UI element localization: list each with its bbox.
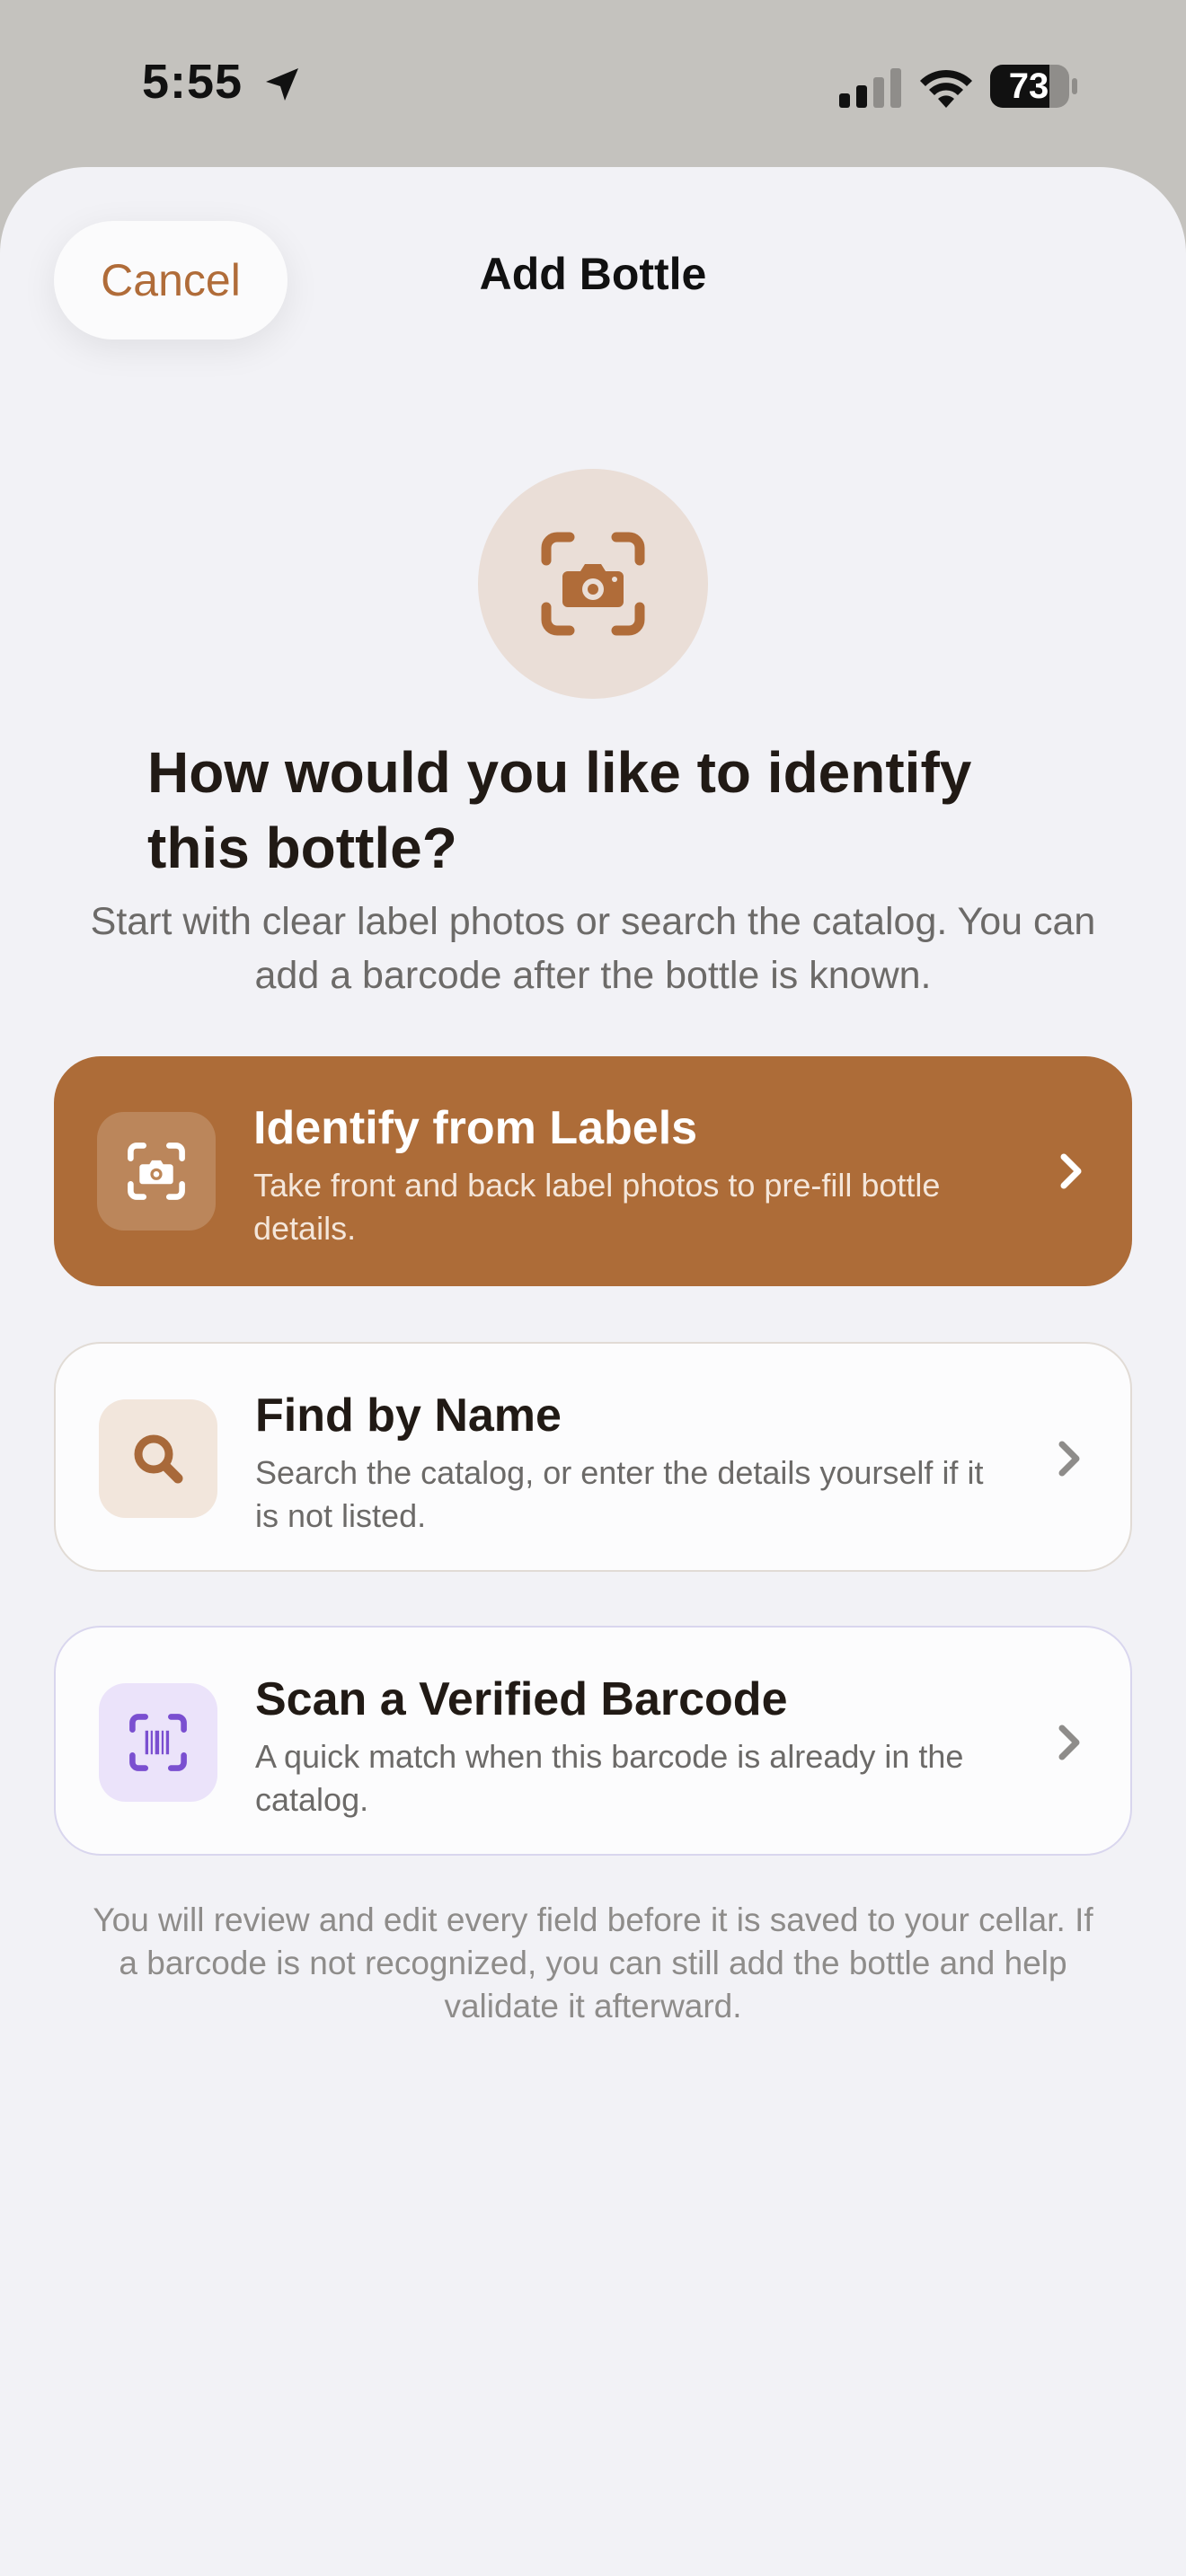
option-title: Find by Name <box>255 1389 562 1442</box>
status-time: 5:55 <box>142 55 243 109</box>
chevron-right-icon <box>1058 1725 1080 1760</box>
headline: How would you like to identify this bott… <box>147 740 972 880</box>
wifi-icon <box>920 69 972 108</box>
option-title: Identify from Labels <box>253 1102 698 1154</box>
subheadline: Start with clear label photos or search … <box>90 900 1096 997</box>
battery-level: 73 <box>1008 66 1049 106</box>
status-bar: 5:55 73 <box>0 0 1186 167</box>
option-description: A quick match when this barcode is alrea… <box>255 1738 964 1818</box>
option-icon-tile <box>99 1683 217 1802</box>
cellular-signal-icon <box>839 68 901 108</box>
add-bottle-sheet: Cancel Add Bottle How would you like to … <box>0 167 1186 2576</box>
identify-from-labels-button[interactable]: Identify from Labels Take front and back… <box>54 1056 1132 1286</box>
battery-icon: 73 <box>990 63 1080 110</box>
chevron-right-icon <box>1060 1153 1082 1189</box>
page-title: Add Bottle <box>479 249 707 299</box>
scan-verified-barcode-button[interactable]: Scan a Verified Barcode A quick match wh… <box>54 1626 1132 1856</box>
screen: 5:55 73 Cancel Add Bottle How would you … <box>0 0 1186 2576</box>
option-title: Scan a Verified Barcode <box>255 1673 788 1725</box>
chevron-right-icon <box>1058 1441 1080 1477</box>
option-description: Take front and back label photos to pre-… <box>253 1167 941 1247</box>
option-description: Search the catalog, or enter the details… <box>255 1454 984 1534</box>
barcode-viewfinder-icon <box>129 1714 187 1771</box>
camera-viewfinder-icon <box>128 1142 185 1200</box>
camera-viewfinder-icon <box>541 532 645 636</box>
search-icon <box>134 1434 183 1484</box>
footnote: You will review and edit every field bef… <box>93 1901 1093 2025</box>
hero-icon-circle <box>478 469 708 699</box>
option-icon-tile <box>99 1399 217 1518</box>
option-icon-tile <box>97 1112 216 1231</box>
find-by-name-button[interactable]: Find by Name Search the catalog, or ente… <box>54 1342 1132 1572</box>
location-arrow-icon <box>266 68 298 101</box>
